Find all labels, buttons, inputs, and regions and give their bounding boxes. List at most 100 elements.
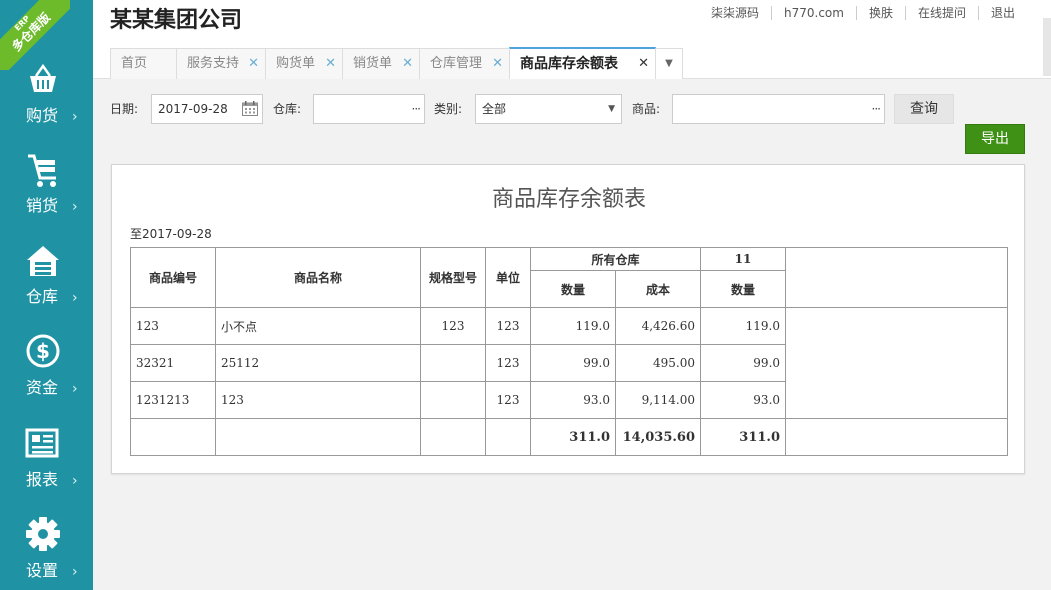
link-logout[interactable]: 退出 <box>977 6 1027 20</box>
sidebar-item-label: 资金 <box>26 378 59 397</box>
cell-unit: 123 <box>485 307 531 345</box>
sidebar-item-label: 销货 <box>26 196 59 215</box>
scrollbar[interactable] <box>1043 18 1051 76</box>
col-group-all-warehouses: 所有仓库 <box>529 247 702 271</box>
tab-purchase-order[interactable]: 购货单 ✕ <box>265 48 343 79</box>
sidebar-item-warehouse[interactable]: 仓库 › <box>0 243 93 333</box>
report-date: 至2017-09-28 <box>130 227 212 241</box>
tab-label: 首页 <box>121 56 148 71</box>
totals-row: 311.0 14,035.60 311.0 <box>130 418 1009 456</box>
cell-qty: 99.0 <box>530 344 616 382</box>
cell-blank <box>485 418 531 456</box>
col-group-warehouse-11: 11 <box>700 247 787 271</box>
report-panel: 商品库存余额表 至2017-09-28 商品编号 商品名称 规格型号 单位 所有… <box>111 164 1025 474</box>
tab-inventory-balance[interactable]: 商品库存余额表 ✕ <box>509 47 656 79</box>
tab-label: 服务支持 <box>187 56 240 71</box>
warehouse-input[interactable]: ··· <box>313 94 425 124</box>
close-icon[interactable]: ✕ <box>638 49 649 79</box>
date-input[interactable]: 2017-09-28 <box>151 94 263 124</box>
col-header-cost: 成本 <box>614 270 702 308</box>
category-label: 类别: <box>434 102 463 116</box>
link-site[interactable]: h770.com <box>771 6 856 20</box>
tab-service-support[interactable]: 服务支持 ✕ <box>176 48 266 79</box>
col-header-unit: 单位 <box>485 247 531 308</box>
cell-code: 1231213 <box>130 381 216 419</box>
col-header-qty: 数量 <box>530 270 616 308</box>
cell-cost: 495.00 <box>614 344 702 382</box>
export-button[interactable]: 导出 <box>965 124 1025 154</box>
tab-warehouse-mgmt[interactable]: 仓库管理 ✕ <box>419 48 510 79</box>
category-value: 全部 <box>482 102 507 116</box>
report-icon <box>25 428 59 458</box>
sidebar-item-label: 设置 <box>26 561 59 580</box>
sidebar-item-funds[interactable]: $ 资金 › <box>0 334 93 424</box>
col-header-name: 商品名称 <box>215 247 421 308</box>
cell-spec: 123 <box>420 307 486 345</box>
close-icon[interactable]: ✕ <box>492 49 503 79</box>
sidebar-item-label: 仓库 <box>26 287 59 306</box>
cell-code: 32321 <box>130 344 216 382</box>
sidebar-item-settings[interactable]: 设置 › <box>0 517 93 590</box>
sidebar-item-purchase[interactable]: 购货 › <box>0 62 93 152</box>
gear-icon <box>26 517 60 551</box>
tab-label: 仓库管理 <box>430 56 483 71</box>
header-row: 商品编号 商品名称 规格型号 单位 所有仓库 11 <box>130 247 1009 308</box>
svg-text:$: $ <box>36 339 50 363</box>
cell-qty: 93.0 <box>530 381 616 419</box>
header: 某某集团公司 柒柒源码 h770.com 换肤 在线提问 退出 首页 服务支持 … <box>93 0 1051 79</box>
sidebar-item-reports[interactable]: 报表 › <box>0 426 93 516</box>
total-qty2: 311.0 <box>700 418 787 456</box>
link-skin[interactable]: 换肤 <box>855 6 905 20</box>
cell-name: 25112 <box>215 344 421 382</box>
query-button[interactable]: 查询 <box>894 94 954 124</box>
tab-label: 销货单 <box>353 56 393 71</box>
calendar-icon[interactable] <box>242 101 258 116</box>
ellipsis-icon[interactable]: ··· <box>412 95 422 123</box>
cell-qty2: 93.0 <box>700 381 787 419</box>
tab-home[interactable]: 首页 <box>110 48 177 79</box>
date-value: 2017-09-28 <box>158 102 228 116</box>
tab-more-button[interactable]: ▼ <box>655 48 683 79</box>
cell-blank <box>215 418 421 456</box>
tab-label: 商品库存余额表 <box>520 56 618 72</box>
chevron-right-icon: › <box>72 381 78 397</box>
ellipsis-icon[interactable]: ··· <box>872 95 882 123</box>
warehouse-icon <box>27 246 59 276</box>
tab-sales-order[interactable]: 销货单 ✕ <box>342 48 420 79</box>
cell-name: 123 <box>215 381 421 419</box>
cell-cost: 9,114.00 <box>614 381 702 419</box>
cell-qty: 119.0 <box>530 307 616 345</box>
cell-blank <box>130 418 216 456</box>
link-online-help[interactable]: 在线提问 <box>904 6 978 20</box>
chevron-right-icon: › <box>72 564 78 580</box>
cell-spec <box>420 381 486 419</box>
dollar-icon: $ <box>26 334 60 368</box>
link-source-code[interactable]: 柒柒源码 <box>699 6 771 20</box>
col-header-blank <box>785 247 1009 308</box>
cell-unit: 123 <box>485 381 531 419</box>
inventory-table: 商品编号 商品名称 规格型号 单位 所有仓库 11 数量 成本 数量 123 小… <box>130 247 1009 456</box>
category-select[interactable]: 全部 ▼ <box>475 94 622 124</box>
cell-qty2: 119.0 <box>700 307 787 345</box>
table-row: 123 小不点 123 123 119.0 4,426.60 119.0 <box>130 307 1009 419</box>
cell-name: 小不点 <box>215 307 421 345</box>
close-icon[interactable]: ✕ <box>325 49 336 79</box>
cell-spec <box>420 344 486 382</box>
product-label: 商品: <box>632 102 661 116</box>
close-icon[interactable]: ✕ <box>248 49 259 79</box>
col-header-qty2: 数量 <box>700 270 787 308</box>
tab-label: 购货单 <box>276 56 316 71</box>
company-name: 某某集团公司 <box>110 8 243 33</box>
col-header-code: 商品编号 <box>130 247 216 308</box>
total-qty: 311.0 <box>530 418 616 456</box>
sidebar-item-sales[interactable]: 销货 › <box>0 152 93 242</box>
cell-blank <box>420 418 486 456</box>
warehouse-label: 仓库: <box>273 102 302 116</box>
chevron-right-icon: › <box>72 290 78 306</box>
chevron-right-icon: › <box>72 473 78 489</box>
cell-unit: 123 <box>485 344 531 382</box>
col-header-spec: 规格型号 <box>420 247 486 308</box>
product-input[interactable]: ··· <box>672 94 885 124</box>
cell-code: 123 <box>130 307 216 345</box>
close-icon[interactable]: ✕ <box>402 49 413 79</box>
